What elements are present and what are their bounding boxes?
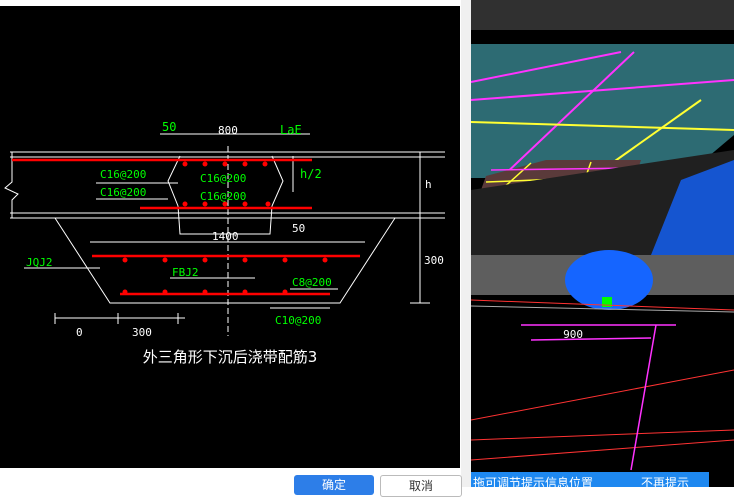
label-jqj2: JQJ2 xyxy=(26,256,53,269)
dim-50-top: 50 xyxy=(162,120,176,134)
cad-drawing: 50 800 LaE h/2 h 1400 50 300 0 300 C16@2… xyxy=(4,120,445,339)
label-fbj2: FBJ2 xyxy=(172,266,199,279)
dim-0-text: 0 xyxy=(76,326,83,339)
label-c16-d: C16@200 xyxy=(200,190,246,203)
label-c16-a: C16@200 xyxy=(100,168,146,181)
3d-view-panel[interactable]: 006 xyxy=(471,0,734,487)
dim-800: 800 xyxy=(218,124,238,137)
hint-dismiss-link[interactable]: 不再提示 xyxy=(641,474,689,487)
left-break-line xyxy=(4,152,19,218)
ok-button[interactable]: 确定 xyxy=(294,475,374,495)
scrollbar[interactable] xyxy=(461,0,471,487)
hint-bar[interactable]: 拖可调节提示信息位置 不再提示 xyxy=(471,472,709,487)
dim-h-half-text: h/2 xyxy=(300,167,322,181)
floor-magenta-lines xyxy=(521,324,676,471)
top-slab-dark xyxy=(471,0,734,30)
dim-50-mid-text: 50 xyxy=(292,222,305,235)
dim-1400-text: 1400 xyxy=(212,230,239,243)
dim-300-right-text: 300 xyxy=(424,254,444,267)
dim-h-text: h xyxy=(425,178,432,191)
floor-red-lines xyxy=(471,299,734,461)
label-c16-c: C16@200 xyxy=(100,186,146,199)
3d-model-view: 006 xyxy=(471,0,734,471)
label-c10: C10@200 xyxy=(275,314,321,327)
drawing-title: 外三角形下沉后浇带配筋3 xyxy=(142,348,318,366)
hint-text: 拖可调节提示信息位置 xyxy=(473,476,594,487)
cad-drawing-panel: 50 800 LaE h/2 h 1400 50 300 0 300 C16@2… xyxy=(0,6,460,468)
dim-300-bottom-text: 300 xyxy=(132,326,152,339)
label-c8: C8@200 xyxy=(292,276,332,289)
dialog-button-bar: 确定 取消 xyxy=(290,472,470,497)
dim-lae-text: LaE xyxy=(280,123,302,137)
label-c16-b: C16@200 xyxy=(200,172,246,185)
cancel-button[interactable]: 取消 xyxy=(380,475,462,497)
label-900: 006 xyxy=(563,327,583,340)
